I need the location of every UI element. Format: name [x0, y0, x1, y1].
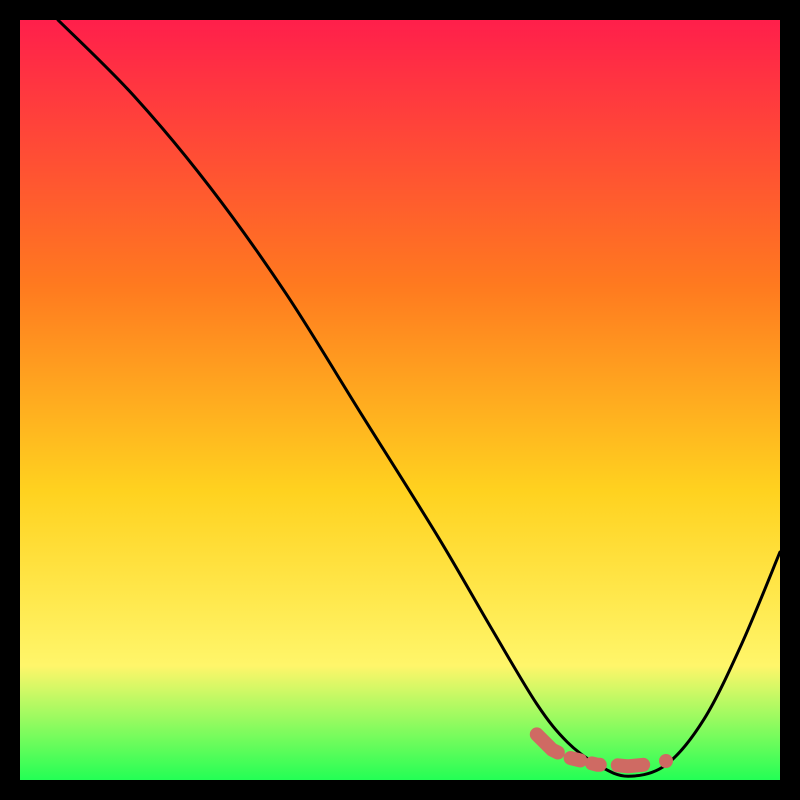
gradient-background	[20, 20, 780, 780]
bottleneck-chart	[20, 20, 780, 780]
chart-frame: TheBottleneck.com	[20, 20, 780, 780]
highlight-dot	[659, 754, 673, 768]
